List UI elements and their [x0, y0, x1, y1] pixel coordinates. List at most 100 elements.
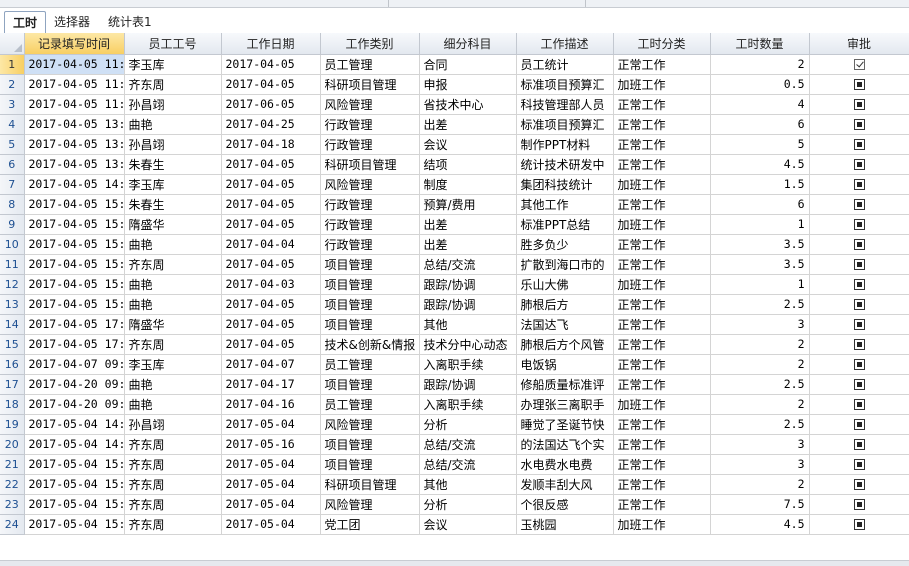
- cell-record-time[interactable]: 2017-05-04 15:: [24, 454, 125, 475]
- cell-work-date[interactable]: 2017-04-05: [221, 214, 321, 235]
- cell-hour-type[interactable]: 正常工作: [613, 414, 711, 435]
- cell-employee[interactable]: 孙昌翊: [124, 414, 222, 435]
- cell-record-time[interactable]: 2017-04-05 15:: [24, 214, 125, 235]
- table-row[interactable]: 8 2017-04-05 15: 朱春生 2017-04-05 行政管理 预算/费用 其他工…: [0, 194, 909, 215]
- row-selector[interactable]: 15: [0, 334, 25, 355]
- approval-checkbox[interactable]: [853, 479, 865, 490]
- cell-work-category[interactable]: 行政管理: [320, 114, 420, 135]
- cell-work-category[interactable]: 项目管理: [320, 254, 420, 275]
- tab-stats-1[interactable]: 统计表1: [100, 11, 160, 34]
- cell-hours[interactable]: 2: [710, 354, 810, 375]
- cell-hours[interactable]: 3.5: [710, 254, 810, 275]
- cell-record-time[interactable]: 2017-04-05 17:: [24, 334, 125, 355]
- cell-hours[interactable]: 6: [710, 114, 810, 135]
- table-row[interactable]: 18 2017-04-20 09: 曲艳 2017-04-16 员工管理 入离职手续 办理张…: [0, 394, 909, 415]
- table-row[interactable]: 2 2017-04-05 11: 齐东周 2017-04-05 科研项目管理 申报 标准项目…: [0, 74, 909, 95]
- cell-hours[interactable]: 5: [710, 134, 810, 155]
- cell-work-category[interactable]: 项目管理: [320, 374, 420, 395]
- cell-subcategory[interactable]: 结项: [419, 154, 517, 175]
- approval-checkbox[interactable]: [853, 279, 865, 290]
- cell-subcategory[interactable]: 总结/交流: [419, 454, 517, 475]
- row-selector[interactable]: 17: [0, 374, 25, 395]
- cell-subcategory[interactable]: 会议: [419, 134, 517, 155]
- cell-hour-type[interactable]: 正常工作: [613, 454, 711, 475]
- cell-work-category[interactable]: 项目管理: [320, 454, 420, 475]
- approval-checkbox[interactable]: [853, 199, 865, 210]
- cell-subcategory[interactable]: 入离职手续: [419, 394, 517, 415]
- cell-hour-type[interactable]: 正常工作: [613, 294, 711, 315]
- table-row[interactable]: 10 2017-04-05 15: 曲艳 2017-04-04 行政管理 出差 胜多负少 正常…: [0, 234, 909, 255]
- col-header-work-date[interactable]: 工作日期: [221, 33, 321, 55]
- approval-checkbox[interactable]: [853, 359, 865, 370]
- cell-employee[interactable]: 齐东周: [124, 254, 222, 275]
- row-selector[interactable]: 8: [0, 194, 25, 215]
- cell-work-category[interactable]: 员工管理: [320, 54, 420, 75]
- table-row[interactable]: 13 2017-04-05 15: 曲艳 2017-04-05 项目管理 跟踪/协调 肺根后…: [0, 294, 909, 315]
- cell-hour-type[interactable]: 正常工作: [613, 194, 711, 215]
- cell-work-category[interactable]: 行政管理: [320, 214, 420, 235]
- cell-hours[interactable]: 4: [710, 94, 810, 115]
- cell-hour-type[interactable]: 正常工作: [613, 474, 711, 495]
- cell-record-time[interactable]: 2017-04-05 15:: [24, 254, 125, 275]
- cell-subcategory[interactable]: 申报: [419, 74, 517, 95]
- cell-work-date[interactable]: 2017-04-05: [221, 74, 321, 95]
- table-row[interactable]: 11 2017-04-05 15: 齐东周 2017-04-05 项目管理 总结/交流 扩散…: [0, 254, 909, 275]
- cell-description[interactable]: 修船质量标准评: [516, 374, 614, 395]
- cell-hour-type[interactable]: 正常工作: [613, 134, 711, 155]
- cell-subcategory[interactable]: 其他: [419, 474, 517, 495]
- cell-description[interactable]: 集团科技统计: [516, 174, 614, 195]
- row-selector[interactable]: 12: [0, 274, 25, 295]
- cell-subcategory[interactable]: 其他: [419, 314, 517, 335]
- table-row[interactable]: 5 2017-04-05 13: 孙昌翊 2017-04-18 行政管理 会议 制作PPT材…: [0, 134, 909, 155]
- cell-employee[interactable]: 曲艳: [124, 374, 222, 395]
- cell-description[interactable]: 发顺丰刮大风: [516, 474, 614, 495]
- cell-work-category[interactable]: 项目管理: [320, 294, 420, 315]
- tab-selector[interactable]: 选择器: [46, 11, 98, 34]
- cell-subcategory[interactable]: 分析: [419, 414, 517, 435]
- cell-work-category[interactable]: 科研项目管理: [320, 154, 420, 175]
- cell-subcategory[interactable]: 总结/交流: [419, 254, 517, 275]
- cell-record-time[interactable]: 2017-04-05 11:: [24, 94, 125, 115]
- row-selector[interactable]: 20: [0, 434, 25, 455]
- cell-record-time[interactable]: 2017-05-04 15:: [24, 514, 125, 535]
- cell-description[interactable]: 水电费水电费: [516, 454, 614, 475]
- approval-checkbox[interactable]: [853, 459, 865, 470]
- cell-record-time[interactable]: 2017-04-05 11:: [24, 54, 125, 75]
- approval-checkbox[interactable]: [853, 159, 865, 170]
- cell-work-category[interactable]: 风险管理: [320, 494, 420, 515]
- row-selector[interactable]: 21: [0, 454, 25, 475]
- cell-subcategory[interactable]: 出差: [419, 214, 517, 235]
- approval-checkbox[interactable]: [853, 319, 865, 330]
- cell-hours[interactable]: 2.5: [710, 374, 810, 395]
- row-selector[interactable]: 2: [0, 74, 25, 95]
- cell-employee[interactable]: 齐东周: [124, 474, 222, 495]
- row-selector[interactable]: 14: [0, 314, 25, 335]
- horizontal-scrollbar[interactable]: [0, 560, 909, 566]
- cell-hours[interactable]: 3.5: [710, 234, 810, 255]
- row-selector[interactable]: 5: [0, 134, 25, 155]
- cell-hour-type[interactable]: 正常工作: [613, 374, 711, 395]
- col-header-approval[interactable]: 审批: [809, 33, 909, 55]
- table-row[interactable]: 4 2017-04-05 13: 曲艳 2017-04-25 行政管理 出差 标准项目预算汇…: [0, 114, 909, 135]
- cell-work-date[interactable]: 2017-05-04: [221, 514, 321, 535]
- row-selector[interactable]: 6: [0, 154, 25, 175]
- approval-checkbox[interactable]: [853, 139, 865, 150]
- cell-subcategory[interactable]: 出差: [419, 234, 517, 255]
- cell-work-category[interactable]: 技术&创新&情报: [320, 334, 420, 355]
- col-header-work-category[interactable]: 工作类别: [320, 33, 420, 55]
- row-selector[interactable]: 23: [0, 494, 25, 515]
- cell-record-time[interactable]: 2017-05-04 14:: [24, 414, 125, 435]
- cell-employee[interactable]: 朱春生: [124, 194, 222, 215]
- cell-work-category[interactable]: 行政管理: [320, 194, 420, 215]
- cell-record-time[interactable]: 2017-04-05 11:: [24, 74, 125, 95]
- cell-subcategory[interactable]: 分析: [419, 494, 517, 515]
- cell-employee[interactable]: 朱春生: [124, 154, 222, 175]
- cell-hours[interactable]: 1: [710, 214, 810, 235]
- col-header-hour-type[interactable]: 工时分类: [613, 33, 711, 55]
- cell-subcategory[interactable]: 会议: [419, 514, 517, 535]
- cell-description[interactable]: 制作PPT材料: [516, 134, 614, 155]
- cell-record-time[interactable]: 2017-05-04 15:: [24, 494, 125, 515]
- cell-hours[interactable]: 4.5: [710, 514, 810, 535]
- cell-work-date[interactable]: 2017-04-17: [221, 374, 321, 395]
- cell-record-time[interactable]: 2017-04-20 09:: [24, 394, 125, 415]
